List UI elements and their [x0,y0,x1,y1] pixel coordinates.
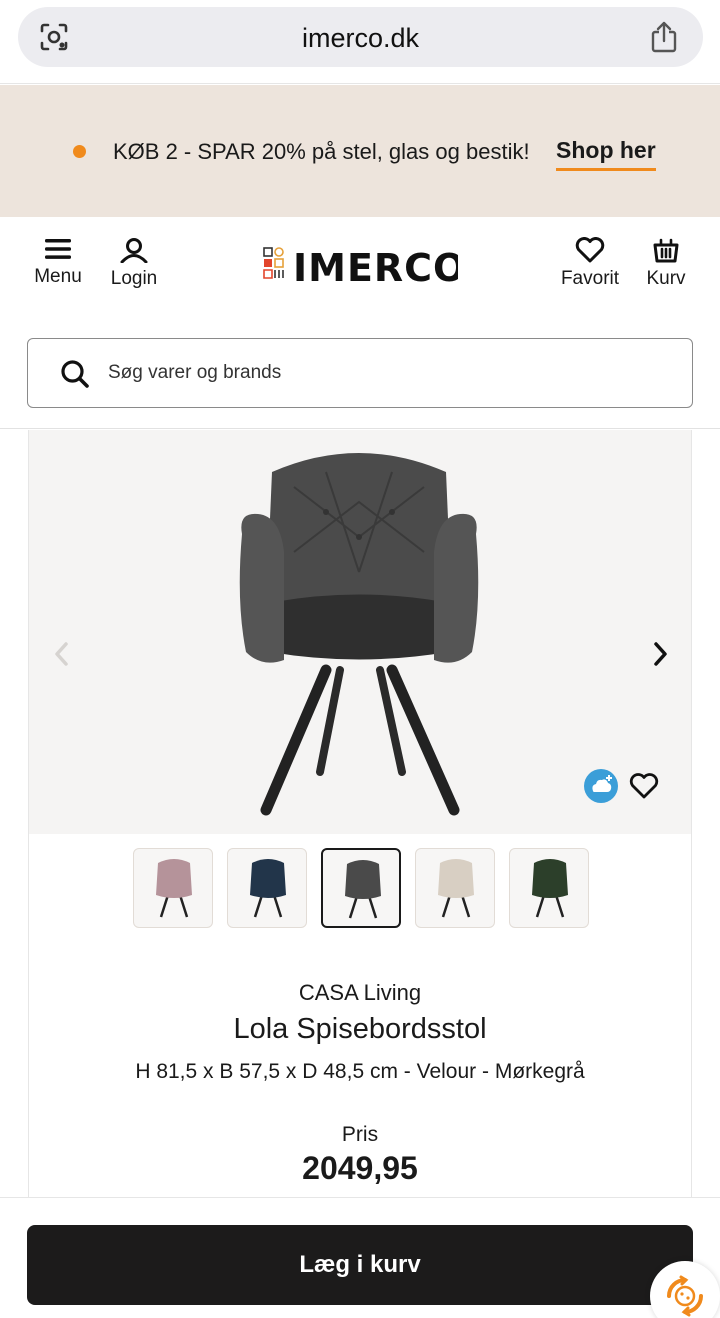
favorite-button[interactable]: Favorit [558,237,622,290]
product-title: Lola Spisebordsstol [233,1013,487,1045]
product-price: 2049,95 [302,1150,418,1186]
shop-here-link[interactable]: Shop her [556,137,656,171]
cloud-badge-icon[interactable] [583,768,619,804]
login-button[interactable]: Login [106,237,162,290]
chair-thumbnail-icon [345,860,381,919]
imerco-logo[interactable]: IMERCO [263,245,458,285]
share-icon[interactable] [649,20,679,54]
sticky-cart-bar: Læg i kurv [0,1197,720,1318]
chair-thumbnail-icon [438,859,474,918]
user-icon [120,238,148,263]
variant-thumb-rosa[interactable] [133,848,213,928]
previous-image-arrow-icon[interactable] [51,640,73,668]
product-image-gallery[interactable] [29,430,691,834]
variant-thumb-green[interactable] [509,848,589,928]
variant-thumb-darkgrey[interactable] [321,848,401,928]
site-header: Menu Login IMERCO Favorit Kurv [0,217,720,429]
login-label: Login [110,268,158,289]
search-icon [61,360,89,388]
variant-thumbnails [133,848,593,928]
variant-thumb-blue[interactable] [227,848,307,928]
cookie-settings-button[interactable] [650,1261,720,1318]
chair-thumbnail-icon [156,859,192,918]
product-image [239,453,479,816]
menu-button[interactable]: Menu [32,237,84,288]
add-to-cart-button[interactable]: Læg i kurv [27,1225,693,1305]
promo-banner: KØB 2 - SPAR 20% på stel, glas og bestik… [0,85,720,217]
address-bar[interactable]: imerco.dk [18,7,703,67]
product-brand[interactable]: CASA Living [29,980,691,1006]
search-input[interactable] [108,339,668,406]
chair-thumbnail-icon [532,859,568,918]
chair-thumbnail-icon [250,859,286,918]
search-box[interactable] [27,338,693,408]
add-to-favorites-icon[interactable] [629,772,659,800]
promo-dot-icon [73,145,86,158]
price-label: Pris [341,1123,379,1146]
basket-icon [653,238,679,263]
favorite-label: Favorit [560,268,620,289]
cart-button[interactable]: Kurv [642,237,690,290]
variant-thumb-beige[interactable] [415,848,495,928]
product-card: CASA Living Lola Spisebordsstol H 81,5 x… [28,430,692,1230]
url-text[interactable]: imerco.dk [18,23,703,54]
browser-bar: imerco.dk [0,0,720,84]
next-image-arrow-icon[interactable] [649,640,671,668]
heart-icon [575,237,605,263]
menu-label: Menu [34,266,82,287]
hamburger-icon [45,239,71,259]
cookie-icon [667,1275,703,1317]
product-description: H 81,5 x B 57,5 x D 48,5 cm - Velour - M… [135,1060,585,1083]
cart-label: Kurv [646,268,686,289]
svg-text:IMERCO: IMERCO [293,246,458,285]
promo-text: KØB 2 - SPAR 20% på stel, glas og bestik… [113,139,530,164]
